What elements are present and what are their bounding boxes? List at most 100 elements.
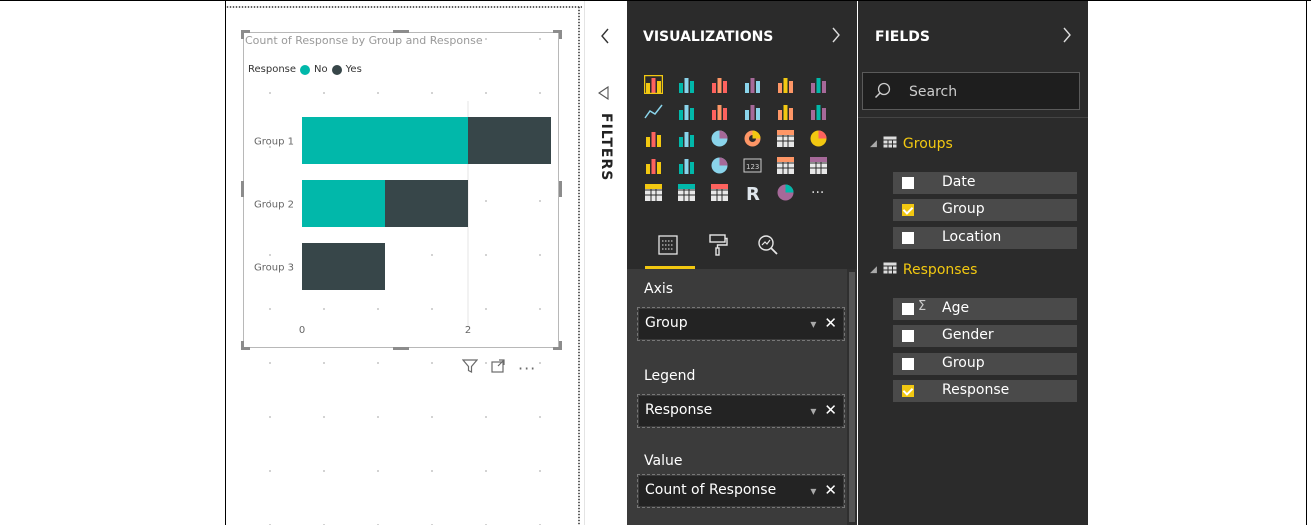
pin-icon[interactable]: [596, 85, 610, 104]
field-groups-group[interactable]: Group: [893, 199, 1077, 221]
funnel-icon[interactable]: [677, 156, 696, 175]
more-options-icon[interactable]: ···: [518, 359, 536, 378]
table-header-groups[interactable]: ◢ Groups: [870, 136, 953, 152]
legend-item-no[interactable]: No: [314, 64, 328, 75]
bar-group-2-no[interactable]: [302, 180, 385, 227]
area-chart-icon[interactable]: [677, 102, 696, 121]
line-column-icon[interactable]: [743, 102, 762, 121]
scatter-icon[interactable]: [677, 129, 696, 148]
bar-group-3-yes[interactable]: [302, 243, 385, 290]
multirow-card-icon[interactable]: [776, 156, 795, 175]
table-icon: [883, 136, 897, 152]
close-icon[interactable]: ✕: [824, 481, 837, 499]
filter-icon[interactable]: [461, 358, 479, 378]
line-clustered-icon[interactable]: [776, 102, 795, 121]
bar-group-1-no[interactable]: [302, 117, 468, 164]
expand-triangle-icon[interactable]: ◢: [870, 139, 877, 149]
field-checkbox[interactable]: [902, 204, 914, 216]
stacked-bar-icon[interactable]: [643, 74, 664, 95]
gauge-icon[interactable]: [710, 156, 729, 175]
treemap-icon[interactable]: [776, 129, 795, 148]
stacked-area-icon[interactable]: [710, 102, 729, 121]
100-column-icon[interactable]: [809, 75, 828, 94]
field-checkbox[interactable]: [902, 358, 914, 370]
pie-chart-icon[interactable]: [710, 129, 729, 148]
chevron-down-icon[interactable]: ▾: [810, 317, 816, 331]
donut-chart-icon[interactable]: [743, 129, 762, 148]
legend-item-yes[interactable]: Yes: [346, 64, 362, 75]
category-label: Group 2: [254, 200, 294, 211]
chevron-left-icon[interactable]: [600, 28, 610, 48]
field-checkbox[interactable]: [902, 330, 914, 342]
visual-header-icons: ···: [461, 358, 536, 378]
svg-text:···: ···: [811, 185, 824, 201]
focus-mode-icon[interactable]: [490, 358, 506, 378]
search-icon: [874, 82, 892, 104]
field-responses-response[interactable]: Response: [893, 380, 1077, 402]
right-border: [1306, 0, 1307, 525]
table-name: Groups: [902, 136, 953, 152]
field-responses-gender[interactable]: Gender: [893, 325, 1077, 347]
table-name: Responses: [902, 262, 978, 278]
chart-legend: Response No Yes: [248, 64, 362, 75]
filters-label[interactable]: FILTERS: [598, 113, 614, 181]
waterfall-icon[interactable]: [644, 129, 663, 148]
field-name: Age: [942, 300, 970, 316]
chevron-right-icon[interactable]: [831, 27, 841, 47]
search-placeholder: Search: [909, 84, 958, 100]
fields-tab-icon[interactable]: [656, 233, 680, 262]
matrix-icon[interactable]: [710, 183, 729, 202]
100-bar-icon[interactable]: [776, 75, 795, 94]
field-responses-age[interactable]: Σ Age: [893, 298, 1077, 320]
more-icon[interactable]: ···: [809, 183, 828, 202]
legend-label: Response: [248, 64, 297, 75]
ribbon-chart-icon[interactable]: [809, 102, 828, 121]
field-checkbox[interactable]: [902, 303, 914, 315]
search-input[interactable]: [862, 72, 1080, 110]
r-visual-icon[interactable]: R: [743, 183, 762, 205]
field-name: Location: [942, 229, 1002, 245]
clustered-bar-icon[interactable]: [710, 75, 729, 94]
stacked-column-icon[interactable]: [677, 75, 696, 94]
field-name: Group: [942, 355, 985, 371]
wells-scrollbar-thumb[interactable]: [849, 272, 855, 522]
well-field-legend[interactable]: Response ▾ ✕: [639, 396, 843, 426]
arcgis-icon[interactable]: [776, 183, 795, 202]
close-icon[interactable]: ✕: [824, 314, 837, 332]
field-groups-location[interactable]: Location: [893, 227, 1077, 249]
map-icon[interactable]: [809, 129, 828, 148]
chevron-down-icon[interactable]: ▾: [810, 404, 816, 418]
field-checkbox[interactable]: [902, 385, 914, 397]
field-checkbox[interactable]: [902, 177, 914, 189]
filters-pane[interactable]: [584, 1, 627, 525]
svg-text:R: R: [746, 184, 760, 202]
expand-triangle-icon[interactable]: ◢: [870, 265, 877, 275]
table-icon[interactable]: [677, 183, 696, 202]
visual-title: Count of Response by Group and Response: [245, 34, 483, 47]
table-header-responses[interactable]: ◢ Responses: [870, 262, 977, 278]
filled-map-icon[interactable]: [644, 156, 663, 175]
legend-dot-no: [300, 64, 311, 75]
card-icon[interactable]: 123: [743, 156, 762, 175]
slicer-icon[interactable]: [644, 183, 663, 202]
analytics-magnifier-icon[interactable]: [756, 233, 780, 262]
field-groups-date[interactable]: Date: [893, 172, 1077, 194]
fields-title: FIELDS: [875, 29, 930, 45]
kpi-icon[interactable]: [809, 156, 828, 175]
well-field-value[interactable]: Count of Response ▾ ✕: [639, 476, 843, 506]
close-icon[interactable]: ✕: [824, 401, 837, 419]
bar-group-2-yes[interactable]: [385, 180, 468, 227]
field-name: Response: [942, 382, 1010, 398]
field-checkbox[interactable]: [902, 232, 914, 244]
chevron-right-icon[interactable]: [1062, 27, 1072, 47]
line-chart-icon[interactable]: [644, 102, 663, 121]
chevron-down-icon[interactable]: ▾: [810, 484, 816, 498]
well-label-value: Value: [644, 453, 683, 469]
legend-dot-yes: [331, 64, 342, 75]
field-name: Date: [942, 174, 976, 190]
clustered-column-icon[interactable]: [743, 75, 762, 94]
field-responses-group[interactable]: Group: [893, 353, 1077, 375]
well-field-axis[interactable]: Group ▾ ✕: [639, 309, 843, 339]
bar-group-1-yes[interactable]: [468, 117, 551, 164]
format-paint-roller-icon[interactable]: [706, 233, 730, 262]
